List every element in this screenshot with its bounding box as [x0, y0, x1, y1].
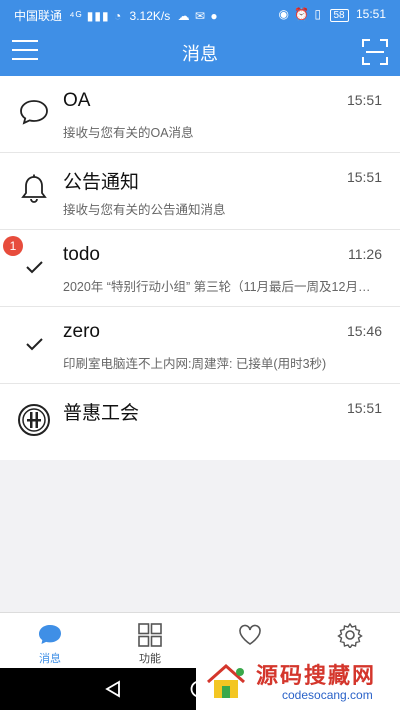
watermark: 源码搜藏网 codesocang.com: [196, 652, 400, 710]
check-icon: [26, 338, 43, 351]
message-name: 普惠工会: [63, 403, 140, 424]
tab-label: 消息: [39, 653, 61, 665]
scan-icon[interactable]: [362, 39, 388, 65]
check-icon: [26, 261, 43, 274]
message-item-union[interactable]: 普惠工会 15:51: [0, 384, 400, 460]
message-item-oa[interactable]: OA 15:51 接收与您有关的OA消息: [0, 76, 400, 153]
status-left: 中国联通 ⁴ᴳ ▮▮▮ ◔ 3.12K/s ☁ ✉ ●: [14, 7, 223, 24]
message-item-zero[interactable]: zero 15:46 印刷室电脑连不上内网:周建萍: 已接单(用时3秒): [0, 307, 400, 384]
chat-bubble-icon: [20, 100, 48, 125]
message-time: 15:51: [346, 169, 382, 185]
message-name: todo: [63, 244, 100, 265]
message-name: zero: [63, 321, 100, 342]
grid-icon: [138, 623, 162, 647]
watermark-house-logo: [207, 663, 245, 698]
clock: 15:51: [355, 7, 386, 21]
battery-icon: 58: [329, 9, 349, 22]
network-speed: 3.12K/s: [129, 9, 171, 23]
message-list: OA 15:51 接收与您有关的OA消息 公告通知 15:51 接收与您有关的公…: [0, 76, 400, 460]
gear-icon: [337, 622, 363, 648]
status-bar: 中国联通 ⁴ᴳ ▮▮▮ ◔ 3.12K/s ☁ ✉ ● ◉ ⏰ ▯ 58 15:…: [0, 0, 400, 28]
chat-bubble-icon: [39, 625, 61, 644]
status-right: ◉ ⏰ ▯ 58 15:51: [274, 7, 386, 22]
message-preview: 接收与您有关的公告通知消息: [63, 203, 226, 217]
back-icon[interactable]: [104, 680, 122, 698]
message-time: 15:46: [346, 323, 382, 339]
message-time: 15:51: [346, 92, 382, 108]
message-name: 公告通知: [63, 172, 140, 193]
tab-functions[interactable]: 功能: [100, 613, 200, 669]
system-icons: ◉ ⏰ ▯: [278, 7, 323, 21]
message-time: 15:51: [346, 400, 382, 416]
page-title: 消息: [182, 44, 218, 64]
watermark-url: codesocang.com: [282, 688, 373, 702]
watermark-title: 源码搜藏网: [256, 663, 377, 688]
tab-messages[interactable]: 消息: [0, 613, 100, 669]
message-name: OA: [63, 90, 91, 111]
union-logo-icon: [18, 404, 50, 436]
signal-wifi-icon: ⁴ᴳ ▮▮▮ ◔: [69, 9, 123, 23]
tab-label: 功能: [139, 653, 161, 665]
message-preview: 印刷室电脑连不上内网:周建萍: 已接单(用时3秒): [63, 357, 327, 371]
message-time: 11:26: [348, 246, 382, 262]
app-bar: 消息: [0, 28, 400, 76]
message-preview: 接收与您有关的OA消息: [63, 126, 194, 140]
message-preview: 2020年 “特别行动小组” 第三轮（11月最后一周及12月第一周）: [63, 280, 381, 294]
bell-icon: [21, 174, 47, 203]
heart-icon: [239, 624, 261, 645]
message-item-announcement[interactable]: 公告通知 15:51 接收与您有关的公告通知消息: [0, 153, 400, 230]
carrier-label: 中国联通: [14, 9, 63, 23]
message-item-todo[interactable]: 1 todo 11:26 2020年 “特别行动小组” 第三轮（11月最后一周及…: [0, 230, 400, 307]
notification-icons: ☁ ✉ ●: [177, 9, 219, 23]
